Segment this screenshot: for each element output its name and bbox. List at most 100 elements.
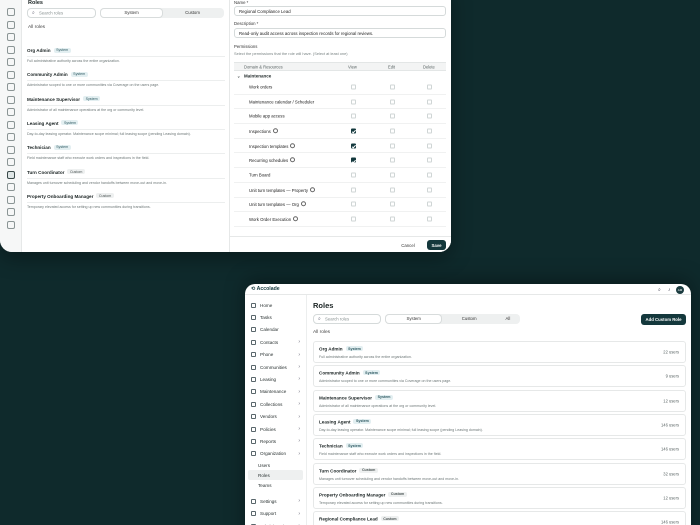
view-checkbox[interactable] bbox=[351, 128, 356, 134]
view-checkbox[interactable] bbox=[351, 216, 356, 222]
nav-rail-icon[interactable] bbox=[7, 220, 15, 229]
nav-rail-icon[interactable] bbox=[7, 33, 15, 41]
nav-rail-icon[interactable] bbox=[7, 183, 15, 191]
delete-checkbox[interactable] bbox=[427, 143, 432, 149]
view-checkbox[interactable] bbox=[351, 99, 356, 105]
cancel-button[interactable]: Cancel bbox=[396, 240, 420, 250]
role-list-item[interactable]: Property Onboarding Manager Custom Tempora… bbox=[27, 185, 225, 209]
view-checkbox[interactable] bbox=[351, 113, 356, 119]
role-card[interactable]: Org Admin System Full administrative autho… bbox=[313, 341, 686, 363]
role-card[interactable]: Regional Compliance LeadCustomRead-only … bbox=[313, 511, 686, 525]
info-icon[interactable] bbox=[272, 128, 278, 134]
view-checkbox[interactable] bbox=[351, 187, 356, 193]
add-custom-role-button[interactable]: Add Custom Role bbox=[641, 314, 686, 325]
nav-item[interactable]: Communities › bbox=[248, 362, 303, 372]
info-icon[interactable] bbox=[290, 157, 296, 163]
nav-item[interactable]: Leasing › bbox=[248, 374, 303, 384]
sub-nav-item[interactable]: Roles bbox=[248, 470, 303, 481]
delete-checkbox[interactable] bbox=[427, 187, 432, 193]
nav-rail-icon[interactable] bbox=[7, 158, 15, 166]
tab-system[interactable]: System bbox=[386, 315, 442, 323]
sub-nav-item[interactable]: Users bbox=[248, 460, 303, 470]
info-icon[interactable] bbox=[293, 216, 299, 222]
view-checkbox[interactable] bbox=[351, 201, 356, 207]
role-card[interactable]: Leasing Agent System Day-to-day leasing op… bbox=[313, 413, 686, 436]
view-checkbox[interactable] bbox=[351, 157, 356, 163]
nav-item[interactable]: Support › bbox=[248, 509, 303, 519]
nav-rail-icon[interactable] bbox=[7, 83, 15, 91]
nav-rail-icon[interactable] bbox=[7, 58, 15, 66]
nav-rail-icon[interactable] bbox=[7, 208, 15, 216]
delete-checkbox[interactable] bbox=[427, 172, 432, 178]
role-list-item[interactable]: Community Admin System Administrator scope… bbox=[27, 63, 225, 87]
delete-checkbox[interactable] bbox=[427, 128, 432, 134]
description-field[interactable]: Read-only audit access across inspection… bbox=[234, 28, 446, 38]
nav-item[interactable]: Maintenance › bbox=[248, 387, 303, 397]
edit-checkbox[interactable] bbox=[390, 113, 395, 119]
edit-checkbox[interactable] bbox=[390, 216, 395, 222]
tab-all[interactable]: All bbox=[497, 315, 519, 323]
role-list-item[interactable]: Maintenance Supervisor System Administrato… bbox=[27, 88, 225, 112]
tab-custom[interactable]: Custom bbox=[162, 9, 223, 17]
view-checkbox[interactable] bbox=[351, 172, 356, 178]
role-card[interactable]: Maintenance Supervisor System Administrato… bbox=[313, 389, 686, 412]
nav-item[interactable]: Organization › bbox=[248, 449, 303, 459]
edit-checkbox[interactable] bbox=[390, 157, 395, 163]
role-list-item[interactable]: Technician System Field maintenance staff … bbox=[27, 136, 225, 160]
nav-rail-icon[interactable] bbox=[7, 145, 15, 154]
view-checkbox[interactable] bbox=[351, 84, 356, 90]
tab-system[interactable]: System bbox=[101, 9, 162, 17]
name-field[interactable]: Regional Compliance Lead bbox=[234, 6, 446, 16]
nav-rail-icon[interactable] bbox=[7, 8, 15, 16]
delete-checkbox[interactable] bbox=[427, 216, 432, 222]
nav-item[interactable]: Policies › bbox=[248, 424, 303, 434]
nav-item[interactable]: Home bbox=[248, 300, 303, 310]
nav-rail-icon[interactable] bbox=[7, 20, 15, 29]
nav-item[interactable]: Vendors › bbox=[248, 412, 303, 422]
edit-checkbox[interactable] bbox=[390, 201, 395, 207]
role-list-item[interactable]: Org Admin System Full administrative autho… bbox=[27, 39, 225, 63]
nav-rail-icon[interactable] bbox=[7, 170, 15, 179]
info-icon[interactable] bbox=[290, 142, 296, 148]
view-checkbox[interactable] bbox=[351, 143, 356, 149]
edit-checkbox[interactable] bbox=[390, 99, 395, 105]
info-icon[interactable] bbox=[310, 186, 315, 192]
nav-item[interactable]: Collections › bbox=[248, 399, 303, 409]
nav-item[interactable]: Reports › bbox=[248, 436, 303, 446]
nav-rail-icon[interactable] bbox=[7, 108, 15, 116]
nav-rail-icon[interactable] bbox=[7, 70, 15, 79]
nav-item[interactable]: Contacts › bbox=[248, 337, 303, 347]
nav-rail-icon[interactable] bbox=[7, 95, 15, 104]
delete-checkbox[interactable] bbox=[427, 157, 432, 163]
nav-item[interactable]: Phone › bbox=[248, 350, 303, 360]
edit-checkbox[interactable] bbox=[390, 128, 395, 134]
nav-item[interactable]: Tasks bbox=[248, 312, 303, 322]
delete-checkbox[interactable] bbox=[427, 84, 432, 90]
nav-item[interactable]: Calendar bbox=[248, 325, 303, 335]
nav-rail-icon[interactable] bbox=[7, 120, 15, 129]
tab-custom[interactable]: Custom bbox=[441, 315, 496, 323]
search-input[interactable]: ⌕ Search roles bbox=[27, 8, 96, 18]
delete-checkbox[interactable] bbox=[427, 201, 432, 207]
delete-checkbox[interactable] bbox=[427, 99, 432, 105]
role-card[interactable]: Property Onboarding Manager Custom Tempora… bbox=[313, 486, 686, 509]
nav-rail-icon[interactable] bbox=[7, 133, 15, 141]
edit-checkbox[interactable] bbox=[390, 84, 395, 90]
edit-checkbox[interactable] bbox=[390, 143, 395, 149]
delete-checkbox[interactable] bbox=[427, 113, 432, 119]
save-button[interactable]: Save bbox=[427, 240, 446, 250]
bell-icon[interactable]: ♪ bbox=[668, 287, 671, 293]
role-card[interactable]: Community Admin System Administrator scope… bbox=[313, 365, 686, 388]
info-icon[interactable] bbox=[300, 201, 306, 207]
role-card[interactable]: Turn Coordinator Custom Manages unit turno… bbox=[313, 462, 686, 485]
search-icon[interactable]: ⌕ bbox=[658, 287, 661, 293]
avatar[interactable]: AM bbox=[676, 285, 684, 294]
role-list-item[interactable]: Turn Coordinator Custom Manages unit turno… bbox=[27, 161, 225, 185]
search-input[interactable]: ⌕ Search roles bbox=[313, 314, 381, 324]
edit-checkbox[interactable] bbox=[390, 187, 395, 193]
sub-nav-item[interactable]: Teams bbox=[248, 480, 303, 490]
edit-checkbox[interactable] bbox=[390, 172, 395, 178]
nav-rail-icon[interactable] bbox=[7, 195, 15, 204]
nav-item[interactable]: Settings › bbox=[248, 496, 303, 506]
group-maintenance[interactable]: ⌄ Maintenance bbox=[234, 71, 446, 80]
